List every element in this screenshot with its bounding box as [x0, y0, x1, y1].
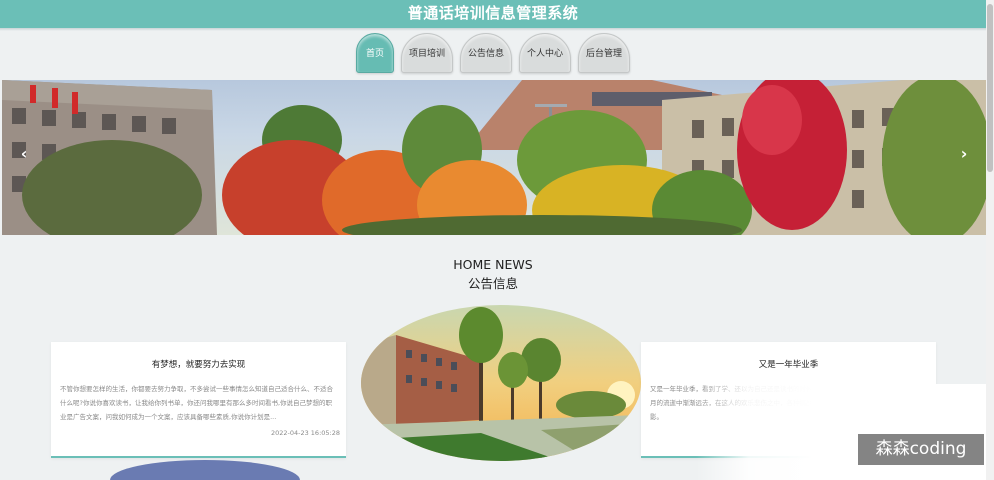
nav-tab-profile[interactable]: 个人中心	[519, 33, 571, 73]
banner-prev-button[interactable]: ‹	[14, 144, 34, 163]
overlay-fade	[696, 384, 988, 480]
news-heading-cn: 公告信息	[467, 276, 518, 291]
banner-image	[2, 80, 986, 235]
nav-tab-announcements[interactable]: 公告信息	[460, 33, 512, 73]
news-card-date: 2022-04-23 16:05:28	[270, 429, 340, 437]
site-title: 普通话培训信息管理系统	[0, 0, 986, 31]
decorative-shape	[110, 460, 300, 480]
news-heading-en: HOME NEWS	[453, 257, 533, 272]
banner-next-button[interactable]: ›	[954, 144, 974, 163]
watermark-label: 森森coding	[858, 434, 984, 465]
banner-carousel[interactable]: ‹ ›	[2, 80, 986, 235]
news-card-body: 不管你想要怎样的生活，你都要去努力争取，不多尝试一些事情怎么知道自己适合什么、不…	[60, 385, 333, 421]
nav-tab-home[interactable]: 首页	[356, 33, 394, 73]
news-card-title[interactable]: 又是一年毕业季	[641, 358, 936, 370]
news-feature-image[interactable]	[361, 305, 641, 461]
news-card-title[interactable]: 有梦想，就要努力去实现	[51, 358, 346, 370]
nav-tab-projects[interactable]: 项目培训	[401, 33, 453, 73]
page-scrollbar[interactable]	[986, 0, 994, 480]
news-card[interactable]: 有梦想，就要努力去实现 不管你想要怎样的生活，你都要去努力争取，不多尝试一些事情…	[51, 342, 346, 458]
main-nav: 首页 项目培训 公告信息 个人中心 后台管理	[0, 33, 986, 77]
campus-photo	[361, 305, 641, 461]
scrollbar-thumb[interactable]	[987, 4, 993, 172]
nav-tab-admin[interactable]: 后台管理	[578, 33, 630, 73]
